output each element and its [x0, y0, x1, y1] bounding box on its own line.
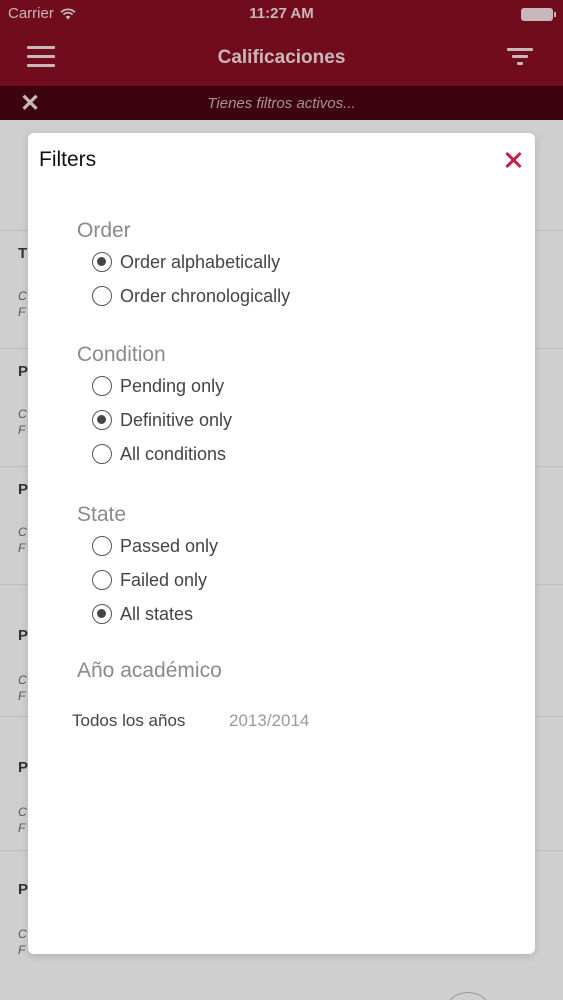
list-item-subtitle: C — [18, 407, 27, 421]
academic-year-option-all[interactable]: Todos los años — [72, 711, 185, 731]
modal-title: Filters — [39, 148, 97, 171]
condition-section-title: Condition — [77, 343, 166, 366]
list-item-detail: F — [18, 423, 26, 437]
radio-label: Passed only — [120, 535, 219, 556]
list-item-detail: F — [18, 541, 26, 555]
radio-label: Pending only — [120, 375, 225, 396]
radio-button[interactable] — [92, 376, 112, 396]
list-item-title: T — [18, 245, 28, 262]
radio-button[interactable] — [92, 410, 112, 430]
radio-button[interactable] — [92, 604, 112, 624]
list-item-subtitle: C — [18, 525, 27, 539]
radio-button[interactable] — [92, 444, 112, 464]
battery-icon — [521, 8, 556, 21]
list-item-detail: F — [18, 689, 26, 703]
radio-label: Definitive only — [120, 409, 233, 430]
radio-label: Order alphabetically — [120, 251, 281, 272]
radio-label: All conditions — [120, 443, 227, 464]
academic-year-section-title: Año académico — [77, 659, 222, 682]
list-item-subtitle: C — [18, 927, 27, 941]
close-icon[interactable] — [503, 149, 525, 171]
list-item-subtitle: C — [18, 289, 27, 303]
radio-label: All states — [120, 603, 194, 624]
filter-icon[interactable] — [507, 48, 533, 66]
radio-button[interactable] — [92, 536, 112, 556]
failed-only-radio[interactable]: Failed only — [92, 568, 207, 592]
radio-label: Failed only — [120, 569, 208, 590]
definitive-only-radio[interactable]: Definitive only — [92, 408, 232, 432]
list-item-title: P — [18, 363, 29, 380]
list-item-title: P — [18, 481, 29, 498]
radio-button[interactable] — [92, 570, 112, 590]
status-bar: Carrier 11:27 AM — [0, 0, 563, 28]
passed-only-radio[interactable]: Passed only — [92, 534, 218, 558]
order-section-title: Order — [77, 219, 131, 242]
pending-only-radio[interactable]: Pending only — [92, 374, 224, 398]
order-alphabetically-radio[interactable]: Order alphabetically — [92, 250, 280, 274]
list-item-subtitle: C — [18, 805, 27, 819]
active-filters-message: Tienes filtros activos... — [207, 95, 356, 112]
all-states-radio[interactable]: All states — [92, 602, 193, 626]
active-filters-bar: ✕ Tienes filtros activos... — [0, 86, 563, 120]
state-section-title: State — [77, 503, 127, 526]
list-item-title: P — [18, 759, 29, 776]
list-item-detail: F — [18, 305, 26, 319]
radio-label: Order chronologically — [120, 285, 291, 306]
all-conditions-radio[interactable]: All conditions — [92, 442, 226, 466]
page-title: Calificaciones — [217, 47, 346, 68]
list-item-detail: F — [18, 943, 26, 957]
radio-button[interactable] — [92, 286, 112, 306]
radio-button[interactable] — [92, 252, 112, 272]
list-item-subtitle: C — [18, 673, 27, 687]
list-item-title: P — [18, 881, 29, 898]
clock: 11:27 AM — [249, 5, 314, 22]
list-item-title: P — [18, 627, 29, 644]
academic-year-option-2013[interactable]: 2013/2014 — [229, 711, 309, 731]
list-item-detail: F — [18, 821, 26, 835]
navigation-bar: Calificaciones — [0, 28, 563, 86]
filters-modal: Filters Order Order alphabetically Order… — [28, 133, 535, 954]
order-chronologically-radio[interactable]: Order chronologically — [92, 284, 290, 308]
